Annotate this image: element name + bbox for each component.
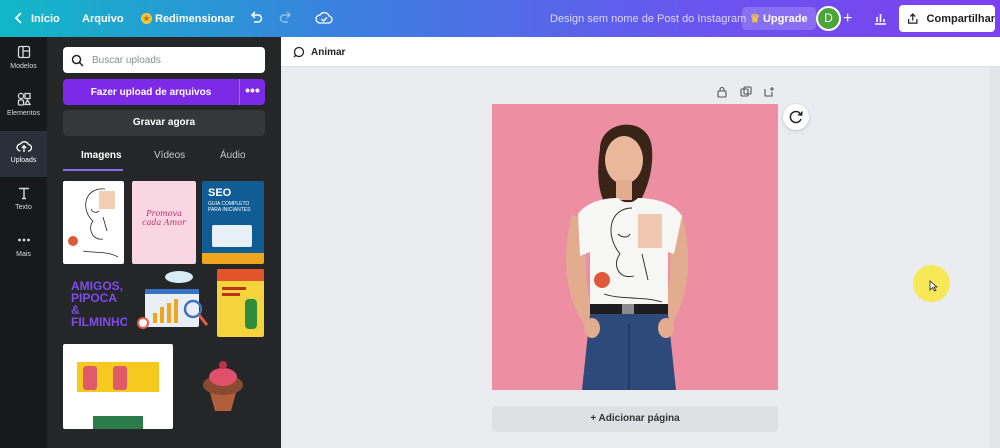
rail-item-elements[interactable]: Elementos xyxy=(0,84,47,130)
resize-button[interactable]: ★ Redimensionar xyxy=(141,0,234,37)
uploads-panel: Buscar uploads Fazer upload de arquivos … xyxy=(47,37,281,448)
rail-item-more[interactable]: Mais xyxy=(0,225,47,271)
upload-thumbnail-website[interactable] xyxy=(63,344,173,429)
rail-item-templates[interactable]: Modelos xyxy=(0,37,47,83)
refresh-icon xyxy=(789,110,803,124)
avatar[interactable]: D xyxy=(816,6,841,31)
upload-files-label: Fazer upload de arquivos xyxy=(90,86,212,98)
lock-icon[interactable] xyxy=(716,86,728,98)
love-thumb-text: Promova cada Amor xyxy=(142,209,186,227)
shapes-icon xyxy=(17,92,31,106)
upload-thumbnail-amigos[interactable]: AMIGOS, PIPOCA & FILMINHO. xyxy=(63,273,127,335)
vertical-scrollbar[interactable] xyxy=(990,67,1000,448)
woman-tshirt-photo xyxy=(492,104,778,390)
rail-item-label: Elementos xyxy=(6,110,41,117)
redo-icon[interactable] xyxy=(279,11,293,25)
resize-label: Redimensionar xyxy=(155,12,235,25)
share-button[interactable]: Compartilhar xyxy=(899,5,995,32)
rail-item-label: Uploads xyxy=(10,157,37,164)
text-icon xyxy=(18,187,29,200)
flyer-header-band xyxy=(217,269,264,281)
side-rail: Modelos Elementos Uploads Texto Mais xyxy=(0,37,47,448)
rail-item-label: Texto xyxy=(15,204,32,211)
upload-thumbnail-cupcake[interactable] xyxy=(187,355,257,415)
chevron-left-icon[interactable] xyxy=(12,11,26,25)
cloud-upload-icon xyxy=(15,141,32,152)
seo-thumb-title: SEO xyxy=(208,187,232,199)
active-tab-indicator xyxy=(63,169,123,171)
add-page-button[interactable]: + Adicionar página xyxy=(492,406,778,432)
editor-toolbar: Animar xyxy=(281,37,1000,67)
website-figure xyxy=(113,366,127,390)
search-icon xyxy=(71,54,84,67)
share-label: Compartilhar xyxy=(926,12,995,25)
amigos-thumb-text: AMIGOS, PIPOCA & FILMINHO. xyxy=(71,279,127,329)
document-title[interactable]: Design sem nome de Post do Instagram xyxy=(550,0,746,37)
rail-item-label: Mais xyxy=(16,251,31,258)
upgrade-button[interactable]: ♛ Upgrade xyxy=(742,0,816,37)
more-options-icon[interactable]: ••• xyxy=(239,79,265,105)
search-placeholder: Buscar uploads xyxy=(92,54,161,66)
rail-item-text[interactable]: Texto xyxy=(0,178,47,224)
layout-icon xyxy=(17,45,30,59)
tab-audio[interactable]: Áudio xyxy=(220,150,246,161)
flyer-text-line xyxy=(222,287,246,290)
home-button[interactable]: Início xyxy=(31,0,60,37)
cloud-saved-icon[interactable] xyxy=(315,10,333,26)
upload-thumbnail-love[interactable]: Promova cada Amor xyxy=(132,181,196,264)
upload-files-button[interactable]: Fazer upload de arquivos ••• xyxy=(63,79,265,105)
animate-button[interactable]: Animar xyxy=(292,37,345,67)
seo-footer-band xyxy=(202,253,264,264)
flyer-saxophone-image xyxy=(245,299,257,329)
rail-item-label: Modelos xyxy=(10,63,37,70)
seo-illustration xyxy=(212,225,252,247)
more-dots-icon xyxy=(17,238,30,242)
analytics-illustration-image xyxy=(137,271,209,329)
animate-icon xyxy=(293,46,305,57)
cupcake-illustration-image xyxy=(203,361,243,411)
rail-item-uploads[interactable]: Uploads xyxy=(0,131,47,177)
undo-icon[interactable] xyxy=(249,11,263,25)
media-tabs: Imagens Vídeos Áudio xyxy=(63,144,265,171)
file-menu-button[interactable]: Arquivo xyxy=(82,0,124,37)
add-page-icon[interactable] xyxy=(763,86,775,98)
seo-thumb-subtitle: GUIA COMPLETO PARA INICIANTES xyxy=(208,201,251,213)
animate-label: Animar xyxy=(311,46,346,58)
add-collaborator-icon[interactable]: + xyxy=(843,0,852,37)
website-figure xyxy=(83,366,97,390)
flyer-text-line xyxy=(222,293,240,296)
crown-icon: ★ xyxy=(141,13,152,24)
website-footer-block xyxy=(93,416,143,429)
upload-thumbnail-flyer[interactable] xyxy=(217,269,264,337)
mouse-pointer-icon xyxy=(929,280,938,292)
upgrade-label: Upgrade xyxy=(762,13,808,25)
crown-icon: ♛ xyxy=(750,13,760,25)
insights-icon[interactable] xyxy=(873,11,888,26)
upload-thumbnail-analytics[interactable] xyxy=(137,269,212,337)
upload-thumbnail-line-art[interactable] xyxy=(63,181,124,264)
upload-thumbnail-seo[interactable]: SEO GUIA COMPLETO PARA INICIANTES xyxy=(202,181,264,264)
top-bar: Início Arquivo ★ Redimensionar Design se… xyxy=(0,0,1000,37)
line-art-face-image xyxy=(68,188,119,258)
share-icon xyxy=(908,12,918,24)
search-input[interactable]: Buscar uploads xyxy=(63,47,265,73)
record-now-button[interactable]: Gravar agora xyxy=(63,110,265,136)
regenerate-button[interactable] xyxy=(783,104,809,130)
tab-images[interactable]: Imagens xyxy=(81,150,122,161)
design-page[interactable] xyxy=(492,104,778,390)
tab-videos[interactable]: Vídeos xyxy=(154,150,185,161)
duplicate-page-icon[interactable] xyxy=(740,86,752,98)
